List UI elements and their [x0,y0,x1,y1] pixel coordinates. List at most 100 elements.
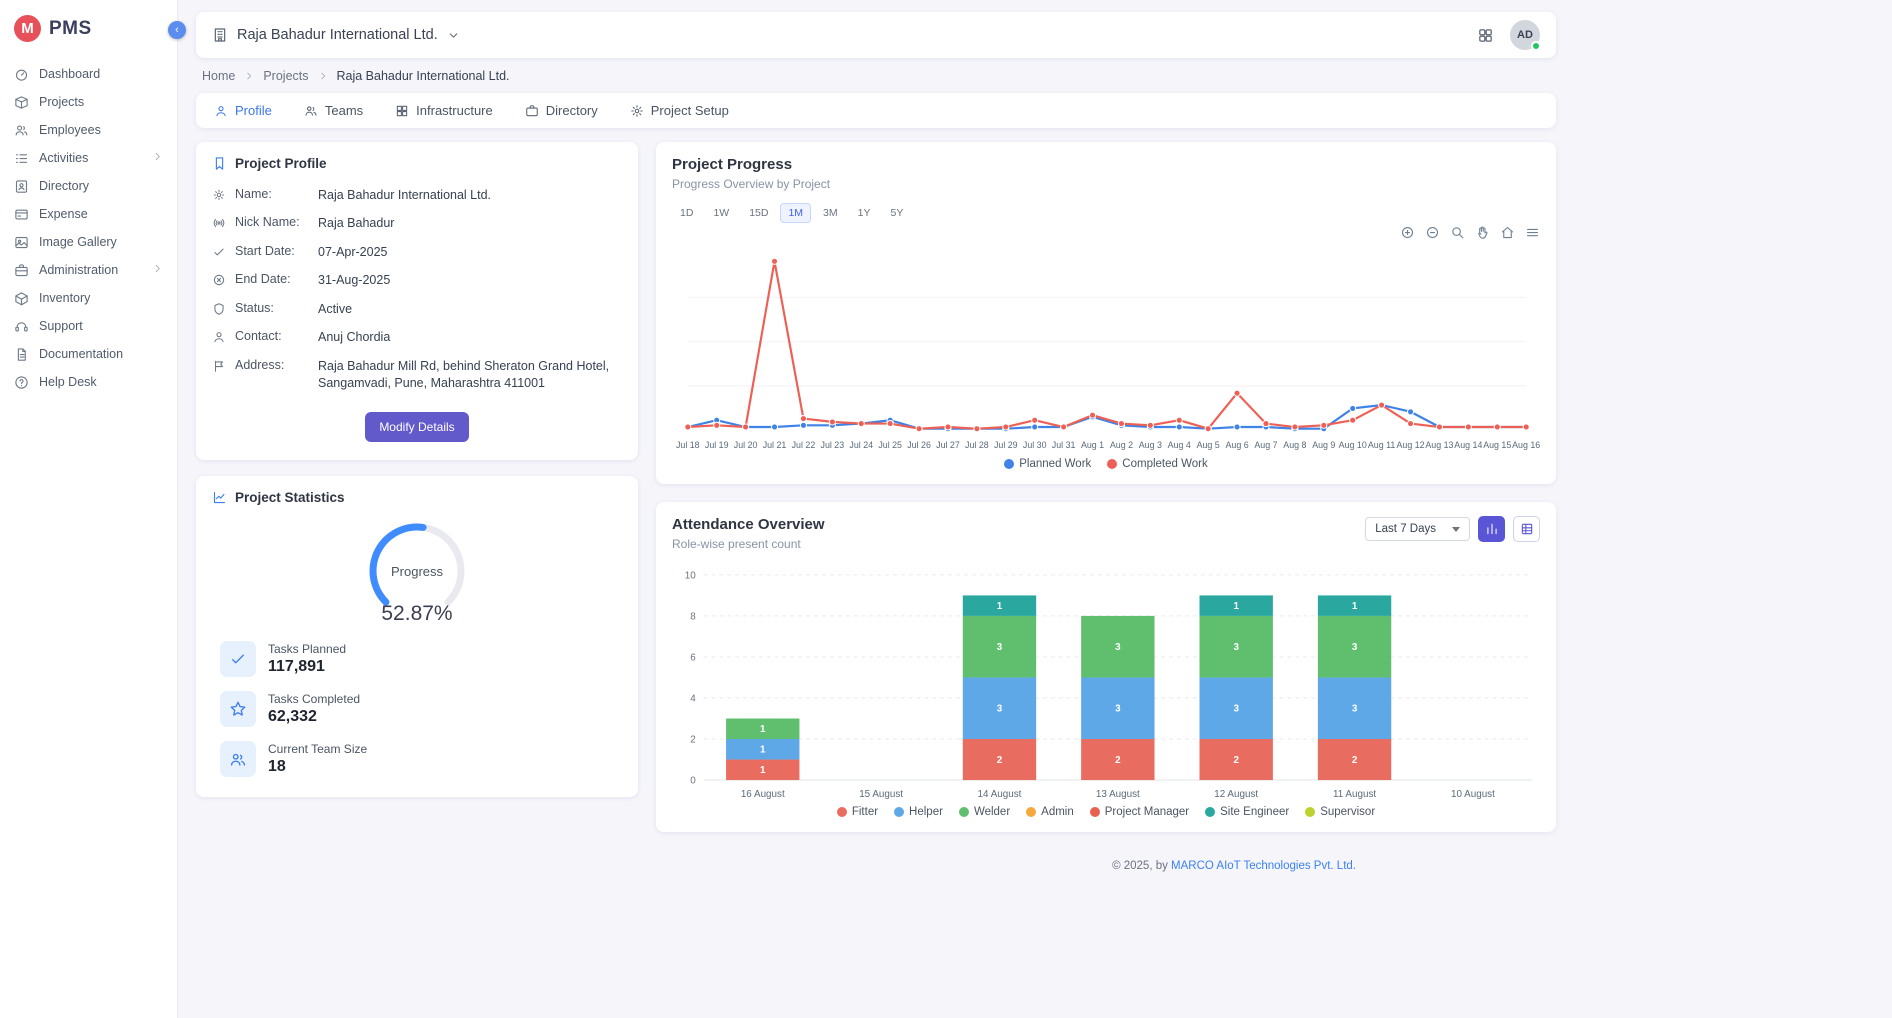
bar-chart-icon [1485,522,1499,536]
range-button-1y[interactable]: 1Y [850,203,879,223]
legend-item[interactable]: Helper [894,806,943,818]
field-start-date: Start Date: 07-Apr-2025 [212,238,622,267]
table-view-button[interactable] [1513,516,1540,542]
tabs-bar: Profile Teams Infrastructure Directory P… [196,93,1556,128]
menu-icon[interactable] [1525,225,1540,240]
legend-label: Supervisor [1320,806,1375,818]
card-title: Project Statistics [235,490,345,505]
credit-card-icon [14,207,29,222]
gauge-value: 52.87% [381,602,452,625]
sidebar-collapse-button[interactable]: ‹ [168,21,186,39]
chevron-down-icon[interactable] [447,29,460,42]
tab-profile[interactable]: Profile [214,101,272,120]
sidebar-item-image-gallery[interactable]: Image Gallery [0,228,177,256]
sidebar-item-directory[interactable]: Directory [0,172,177,200]
breadcrumb: Home Projects Raja Bahadur International… [196,58,1556,93]
tab-directory[interactable]: Directory [525,101,598,120]
apps-grid-button[interactable] [1477,27,1494,44]
legend-item[interactable]: Supervisor [1305,806,1375,818]
project-profile-title-row: Project Profile [212,156,622,171]
sidebar-item-help-desk[interactable]: Help Desk [0,368,177,396]
legend-dot [1026,807,1036,817]
sidebar-item-documentation[interactable]: Documentation [0,340,177,368]
tab-label: Infrastructure [416,103,493,118]
sidebar-item-label: Administration [39,263,118,277]
range-button-3m[interactable]: 3M [815,203,846,223]
svg-text:Aug 8: Aug 8 [1283,440,1306,450]
team-icon [220,741,256,777]
svg-text:Jul 31: Jul 31 [1052,440,1076,450]
dashboard-icon [14,67,29,82]
svg-text:3: 3 [997,704,1003,715]
tab-infrastructure[interactable]: Infrastructure [395,101,493,120]
legend-item[interactable]: Site Engineer [1205,806,1289,818]
svg-text:1: 1 [1233,601,1239,612]
breadcrumb-projects[interactable]: Projects [263,69,308,83]
sidebar-item-label: Dashboard [39,67,100,81]
user-avatar[interactable]: AD [1510,20,1540,50]
range-button-1d[interactable]: 1D [672,203,701,223]
svg-text:1: 1 [997,601,1003,612]
date-range-select[interactable]: Last 7 Days [1365,517,1470,541]
attendance-bar-chart[interactable]: 024681011116 August15 August233114 Augus… [672,567,1540,804]
modify-details-button[interactable]: Modify Details [365,412,468,442]
legend-item[interactable]: Welder [959,806,1010,818]
sidebar-item-dashboard[interactable]: Dashboard [0,60,177,88]
tab-project-setup[interactable]: Project Setup [630,101,729,120]
tab-label: Teams [325,103,363,118]
company-selector-label[interactable]: Raja Bahadur International Ltd. [237,27,438,43]
date-range-value: Last 7 Days [1375,523,1436,535]
field-status: Status: Active [212,295,622,324]
sidebar-item-expense[interactable]: Expense [0,200,177,228]
grid-icon [1477,27,1494,44]
zoom-out-icon[interactable] [1425,225,1440,240]
sidebar-item-administration[interactable]: Administration [0,256,177,284]
legend-item[interactable]: Fitter [837,806,878,818]
logo[interactable]: M PMS [0,0,177,58]
sidebar-item-inventory[interactable]: Inventory [0,284,177,312]
sidebar-item-support[interactable]: Support [0,312,177,340]
progress-line-chart[interactable]: Jul 18Jul 19Jul 20Jul 21Jul 22Jul 23Jul … [672,241,1540,456]
range-button-1w[interactable]: 1W [705,203,737,223]
legend-label: Site Engineer [1220,806,1289,818]
svg-text:Jul 18: Jul 18 [676,440,700,450]
zoom-in-icon[interactable] [1400,225,1415,240]
svg-text:2: 2 [690,734,695,745]
sidebar-item-projects[interactable]: Projects [0,88,177,116]
legend-item[interactable]: Project Manager [1090,806,1189,818]
legend-item[interactable]: Planned Work [1004,458,1091,470]
svg-text:10 August: 10 August [1451,789,1495,800]
field-address: Address: Raja Bahadur Mill Rd, behind Sh… [212,352,622,398]
breadcrumb-home[interactable]: Home [202,69,235,83]
legend-label: Project Manager [1105,806,1189,818]
pan-hand-icon[interactable] [1475,225,1490,240]
range-button-5y[interactable]: 5Y [882,203,911,223]
svg-text:1: 1 [760,724,766,735]
sidebar-item-label: Projects [39,95,84,109]
chart-view-button[interactable] [1478,516,1505,542]
svg-text:Aug 12: Aug 12 [1396,440,1424,450]
svg-text:2: 2 [1233,755,1239,766]
svg-text:16 August: 16 August [741,789,785,800]
gear-icon [630,104,644,118]
range-button-15d[interactable]: 15D [741,203,776,223]
home-icon[interactable] [1500,225,1515,240]
chevron-right-icon [152,151,163,165]
legend-item[interactable]: Admin [1026,806,1074,818]
sidebar-item-label: Inventory [39,291,90,305]
svg-text:Aug 6: Aug 6 [1225,440,1248,450]
legend-item[interactable]: Completed Work [1107,458,1207,470]
briefcase-icon [525,104,539,118]
selection-zoom-icon[interactable] [1450,225,1465,240]
breadcrumb-current: Raja Bahadur International Ltd. [337,69,510,83]
footer-link[interactable]: MARCO AIoT Technologies Pvt. Ltd. [1171,860,1356,872]
tab-teams[interactable]: Teams [304,101,363,120]
svg-text:12 August: 12 August [1214,789,1258,800]
sidebar-item-activities[interactable]: Activities [0,144,177,172]
sidebar-item-employees[interactable]: Employees [0,116,177,144]
app-title: PMS [49,18,92,40]
table-icon [1520,522,1534,536]
legend-dot [1205,807,1215,817]
range-button-1m[interactable]: 1M [780,203,811,223]
svg-text:3: 3 [1115,642,1121,653]
